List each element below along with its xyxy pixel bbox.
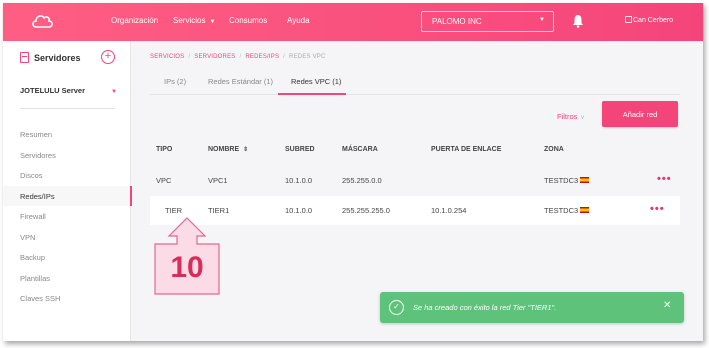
sidebar-item-servidores[interactable]: Servidores bbox=[3, 145, 131, 166]
sidebar-item-claves-ssh[interactable]: Claves SSH bbox=[3, 288, 131, 309]
success-toast: ✓ Se ha creado con éxito la red Tier "TI… bbox=[380, 292, 684, 323]
breadcrumb-separator: / bbox=[283, 54, 286, 60]
step-callout: 10 bbox=[154, 217, 220, 295]
chevron-down-icon: ∨ bbox=[580, 115, 585, 121]
toast-message: Se ha creado con éxito la red Tier "TIER… bbox=[413, 303, 557, 312]
cell-tipo: TIER bbox=[165, 206, 183, 215]
cell-mascara: 255.255.0.0 bbox=[342, 176, 382, 185]
server-icon bbox=[20, 52, 29, 63]
cloud-logo-icon[interactable] bbox=[31, 12, 53, 30]
cell-subred: 10.1.0.0 bbox=[285, 176, 313, 185]
breadcrumb-servidores[interactable]: SERVIDORES bbox=[194, 54, 235, 60]
sidebar-item-resumen[interactable]: Resumen bbox=[3, 124, 131, 145]
active-tab-indicator bbox=[278, 93, 346, 95]
column-header-puerta-enlace: PUERTA DE ENLACE bbox=[431, 146, 502, 153]
breadcrumb-separator: / bbox=[188, 54, 191, 60]
app-window: Organización Servicios ▼ Consumos Ayuda P… bbox=[3, 3, 703, 341]
broken-image-icon bbox=[625, 16, 632, 23]
spain-flag-icon bbox=[580, 207, 590, 213]
caret-down-icon: ▼ bbox=[209, 19, 216, 25]
table-row[interactable]: VPC VPC1 10.1.0.0 255.255.0.0 TESTDC3 ••… bbox=[150, 166, 680, 195]
cell-subred: 10.1.0.0 bbox=[285, 206, 313, 215]
sidebar-item-discos[interactable]: Discos bbox=[3, 165, 131, 186]
zona-label: TESTDC3 bbox=[544, 206, 579, 215]
sidebar-item-backup[interactable]: Backup bbox=[3, 247, 131, 268]
user-menu[interactable]: Can Cerbero bbox=[625, 16, 673, 24]
cell-puerta-enlace: 10.1.0.254 bbox=[431, 206, 467, 215]
nav-consumos[interactable]: Consumos bbox=[229, 16, 267, 25]
sidebar-title: Servidores bbox=[20, 52, 81, 63]
cell-nombre: VPC1 bbox=[208, 176, 228, 185]
top-bar: Organización Servicios ▼ Consumos Ayuda P… bbox=[3, 3, 703, 41]
cell-nombre: TIER1 bbox=[208, 206, 230, 215]
cell-tipo: VPC bbox=[156, 176, 172, 185]
divider bbox=[20, 108, 115, 109]
breadcrumb-separator: / bbox=[239, 54, 242, 60]
nav-servicios-label: Servicios bbox=[173, 16, 206, 25]
sort-icon: ⇕ bbox=[243, 147, 249, 153]
spain-flag-icon bbox=[580, 177, 590, 183]
breadcrumb: SERVICIOS / SERVIDORES / REDES/IPS / REDES VPC bbox=[150, 54, 326, 60]
caret-down-icon: ▼ bbox=[539, 17, 545, 23]
breadcrumb-current: REDES VPC bbox=[289, 54, 326, 60]
sidebar-title-label: Servidores bbox=[34, 53, 81, 63]
sidebar-item-vpn[interactable]: VPN bbox=[3, 227, 131, 248]
check-circle-icon: ✓ bbox=[389, 300, 404, 315]
zona-label: TESTDC3 bbox=[544, 176, 579, 185]
column-header-tipo: TIPO bbox=[156, 146, 173, 153]
more-options-icon[interactable]: ••• bbox=[650, 203, 665, 215]
column-header-subred: SUBRED bbox=[285, 146, 315, 153]
company-select[interactable]: PALOMO INC ▼ bbox=[421, 11, 554, 32]
company-name: PALOMO INC bbox=[432, 17, 482, 26]
more-options-icon[interactable]: ••• bbox=[657, 173, 672, 185]
nav-servicios[interactable]: Servicios ▼ bbox=[173, 16, 215, 25]
tab-redes-vpc[interactable]: Redes VPC (1) bbox=[291, 77, 341, 86]
nav-ayuda[interactable]: Ayuda bbox=[287, 16, 310, 25]
bell-icon[interactable] bbox=[572, 14, 584, 28]
breadcrumb-servicios[interactable]: SERVICIOS bbox=[150, 54, 184, 60]
sidebar-menu: Resumen Servidores Discos Redes/IPs Fire… bbox=[3, 124, 132, 309]
tab-redes-estandar[interactable]: Redes Estándar (1) bbox=[208, 77, 273, 86]
filters-label: Filtros bbox=[557, 112, 578, 121]
column-header-nombre-label: NOMBRE bbox=[208, 146, 240, 153]
tab-ips[interactable]: IPs (2) bbox=[164, 77, 186, 86]
caret-down-icon[interactable]: ▼ bbox=[111, 89, 117, 95]
user-name: Can Cerbero bbox=[633, 17, 674, 24]
column-header-nombre[interactable]: NOMBRE ⇕ bbox=[208, 146, 248, 153]
nav-organizacion[interactable]: Organización bbox=[111, 16, 158, 25]
sidebar-item-firewall[interactable]: Firewall bbox=[3, 206, 131, 227]
filters-dropdown[interactable]: Filtros ∨ bbox=[557, 112, 585, 121]
column-header-zona: ZONA bbox=[544, 146, 564, 153]
cell-mascara: 255.255.255.0 bbox=[342, 206, 390, 215]
cell-zona: TESTDC3 bbox=[544, 206, 590, 215]
cell-zona: TESTDC3 bbox=[544, 176, 590, 185]
sidebar-item-plantillas[interactable]: Plantillas bbox=[3, 268, 131, 289]
sidebar: Servidores + JOTELULU Server ▼ Resumen S… bbox=[3, 41, 132, 341]
table-row[interactable]: TIER TIER1 10.1.0.0 255.255.255.0 10.1.0… bbox=[150, 196, 680, 225]
add-network-button[interactable]: Añadir red bbox=[602, 101, 678, 127]
column-header-mascara: MÁSCARA bbox=[342, 146, 378, 153]
close-icon[interactable]: ✕ bbox=[663, 300, 671, 311]
breadcrumb-redes-ips[interactable]: REDES/IPS bbox=[245, 54, 279, 60]
tab-bar: IPs (2) Redes Estándar (1) Redes VPC (1) bbox=[150, 73, 680, 95]
add-server-button[interactable]: + bbox=[101, 50, 115, 64]
callout-number: 10 bbox=[170, 251, 204, 284]
sidebar-item-redes-ips[interactable]: Redes/IPs bbox=[3, 185, 132, 206]
server-select[interactable]: JOTELULU Server bbox=[20, 86, 85, 95]
